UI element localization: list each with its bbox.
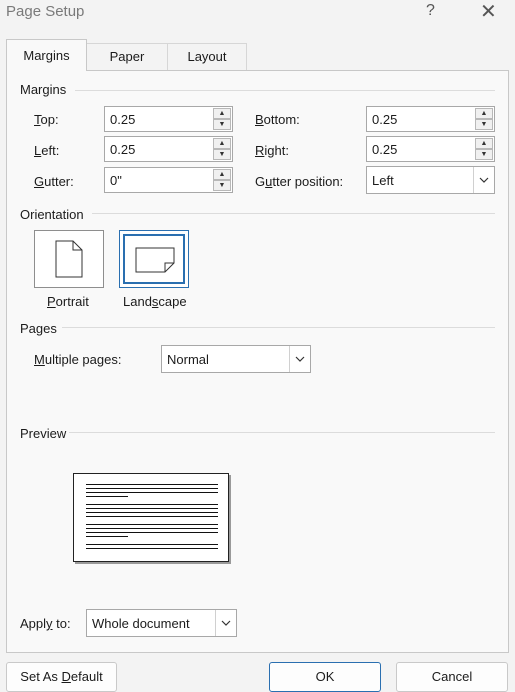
right-down-arrow-icon[interactable]: ▼ xyxy=(475,149,493,160)
preview-line xyxy=(86,504,218,505)
margins-divider xyxy=(75,90,495,91)
preview-line xyxy=(86,508,218,509)
preview-line xyxy=(86,496,128,497)
bottom-up-arrow-icon[interactable]: ▲ xyxy=(475,108,493,119)
page-preview xyxy=(73,473,229,562)
left-label: Left: xyxy=(34,143,60,158)
top-margin-value: 0.25 xyxy=(110,112,136,127)
bottom-margin-value: 0.25 xyxy=(372,112,398,127)
ok-button[interactable]: OK xyxy=(269,662,381,692)
landscape-button[interactable] xyxy=(119,230,189,288)
chevron-down-icon[interactable] xyxy=(473,167,494,193)
preview-line xyxy=(86,532,218,533)
cancel-button[interactable]: Cancel xyxy=(396,662,508,692)
tab-paper[interactable]: Paper xyxy=(86,43,168,70)
gutter-up-arrow-icon[interactable]: ▲ xyxy=(213,169,231,180)
gutter-position-value: Left xyxy=(372,173,394,188)
preview-line xyxy=(86,516,218,517)
top-down-arrow-icon[interactable]: ▼ xyxy=(213,119,231,130)
orientation-section-label: Orientation xyxy=(20,207,84,222)
chevron-down-icon[interactable] xyxy=(215,610,236,636)
tab-margins[interactable]: Margins xyxy=(6,39,87,71)
preview-line xyxy=(86,524,218,525)
close-icon[interactable]: ✕ xyxy=(480,0,497,24)
preview-line xyxy=(86,512,218,513)
gutter-label: Gutter: xyxy=(34,174,74,189)
left-down-arrow-icon[interactable]: ▼ xyxy=(213,149,231,160)
gutter-position-dropdown[interactable]: Left xyxy=(366,166,495,194)
left-margin-spinner[interactable]: 0.25 ▲ ▼ xyxy=(104,136,233,162)
margins-section-label: Margins xyxy=(20,82,67,97)
landscape-page-icon xyxy=(135,247,175,273)
portrait-page-icon xyxy=(55,240,83,278)
bottom-label: Bottom: xyxy=(255,112,300,127)
multiple-pages-label: Multiple pages: xyxy=(34,352,122,367)
preview-line xyxy=(86,484,218,485)
preview-line xyxy=(86,488,218,489)
pages-divider xyxy=(62,327,495,328)
help-icon[interactable]: ? xyxy=(426,2,435,20)
left-margin-value: 0.25 xyxy=(110,142,136,157)
orientation-divider xyxy=(92,213,495,214)
gutter-down-arrow-icon[interactable]: ▼ xyxy=(213,180,231,191)
multiple-pages-dropdown[interactable]: Normal xyxy=(161,345,311,373)
pages-section-label: Pages xyxy=(20,321,57,336)
top-margin-spinner[interactable]: 0.25 ▲ ▼ xyxy=(104,106,233,132)
portrait-button[interactable] xyxy=(34,230,104,288)
preview-line xyxy=(86,536,128,537)
tab-layout[interactable]: Layout xyxy=(167,43,247,70)
left-up-arrow-icon[interactable]: ▲ xyxy=(213,138,231,149)
gutter-position-label: Gutter position: xyxy=(255,174,344,189)
bottom-margin-spinner[interactable]: 0.25 ▲ ▼ xyxy=(366,106,495,132)
gutter-value: 0" xyxy=(110,173,122,188)
window-title: Page Setup xyxy=(6,3,85,20)
top-up-arrow-icon[interactable]: ▲ xyxy=(213,108,231,119)
preview-divider xyxy=(69,432,495,433)
gutter-spinner[interactable]: 0" ▲ ▼ xyxy=(104,167,233,193)
right-margin-spinner[interactable]: 0.25 ▲ ▼ xyxy=(366,136,495,162)
top-label: Top: xyxy=(34,112,59,127)
preview-line xyxy=(86,548,218,549)
multiple-pages-value: Normal xyxy=(167,352,209,367)
right-label: Right: xyxy=(255,143,289,158)
apply-to-dropdown[interactable]: Whole document xyxy=(86,609,237,637)
chevron-down-icon[interactable] xyxy=(289,346,310,372)
preview-section-label: Preview xyxy=(20,426,67,441)
apply-to-label: Apply to: xyxy=(20,616,71,631)
landscape-label: Landscape xyxy=(123,294,187,309)
set-as-default-button[interactable]: Set As Default xyxy=(6,662,117,692)
right-up-arrow-icon[interactable]: ▲ xyxy=(475,138,493,149)
right-margin-value: 0.25 xyxy=(372,142,398,157)
bottom-down-arrow-icon[interactable]: ▼ xyxy=(475,119,493,130)
apply-to-value: Whole document xyxy=(92,616,190,631)
preview-line xyxy=(86,492,218,493)
preview-line xyxy=(86,544,218,545)
preview-line xyxy=(86,528,218,529)
portrait-label: Portrait xyxy=(47,294,89,309)
